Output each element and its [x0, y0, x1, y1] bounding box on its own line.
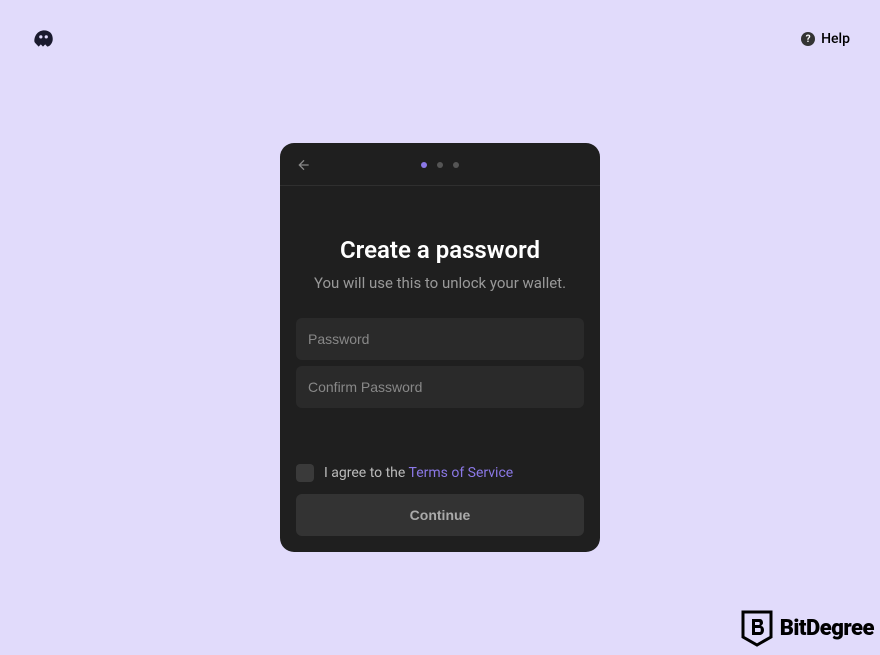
bitdegree-badge-icon: [740, 609, 774, 647]
password-input[interactable]: [296, 318, 584, 360]
modal-header: [280, 143, 600, 186]
help-icon: ?: [801, 32, 815, 46]
progress-dots: [421, 162, 459, 168]
back-button[interactable]: [296, 157, 312, 173]
terms-checkbox[interactable]: [296, 464, 314, 482]
app-logo: [30, 26, 56, 52]
terms-of-service-link[interactable]: Terms of Service: [409, 465, 514, 481]
create-password-modal: Create a password You will use this to u…: [280, 143, 600, 552]
progress-dot-1: [421, 162, 427, 168]
continue-button[interactable]: Continue: [296, 494, 584, 536]
confirm-password-input[interactable]: [296, 366, 584, 408]
help-link[interactable]: ? Help: [801, 31, 850, 47]
progress-dot-2: [437, 162, 443, 168]
progress-dot-3: [453, 162, 459, 168]
watermark: BitDegree: [740, 609, 874, 647]
help-label: Help: [821, 31, 850, 47]
modal-title: Create a password: [296, 236, 584, 264]
modal-subtitle: You will use this to unlock your wallet.: [296, 274, 584, 292]
watermark-brand: BitDegree: [780, 616, 874, 641]
terms-text: I agree to the Terms of Service: [324, 465, 513, 481]
